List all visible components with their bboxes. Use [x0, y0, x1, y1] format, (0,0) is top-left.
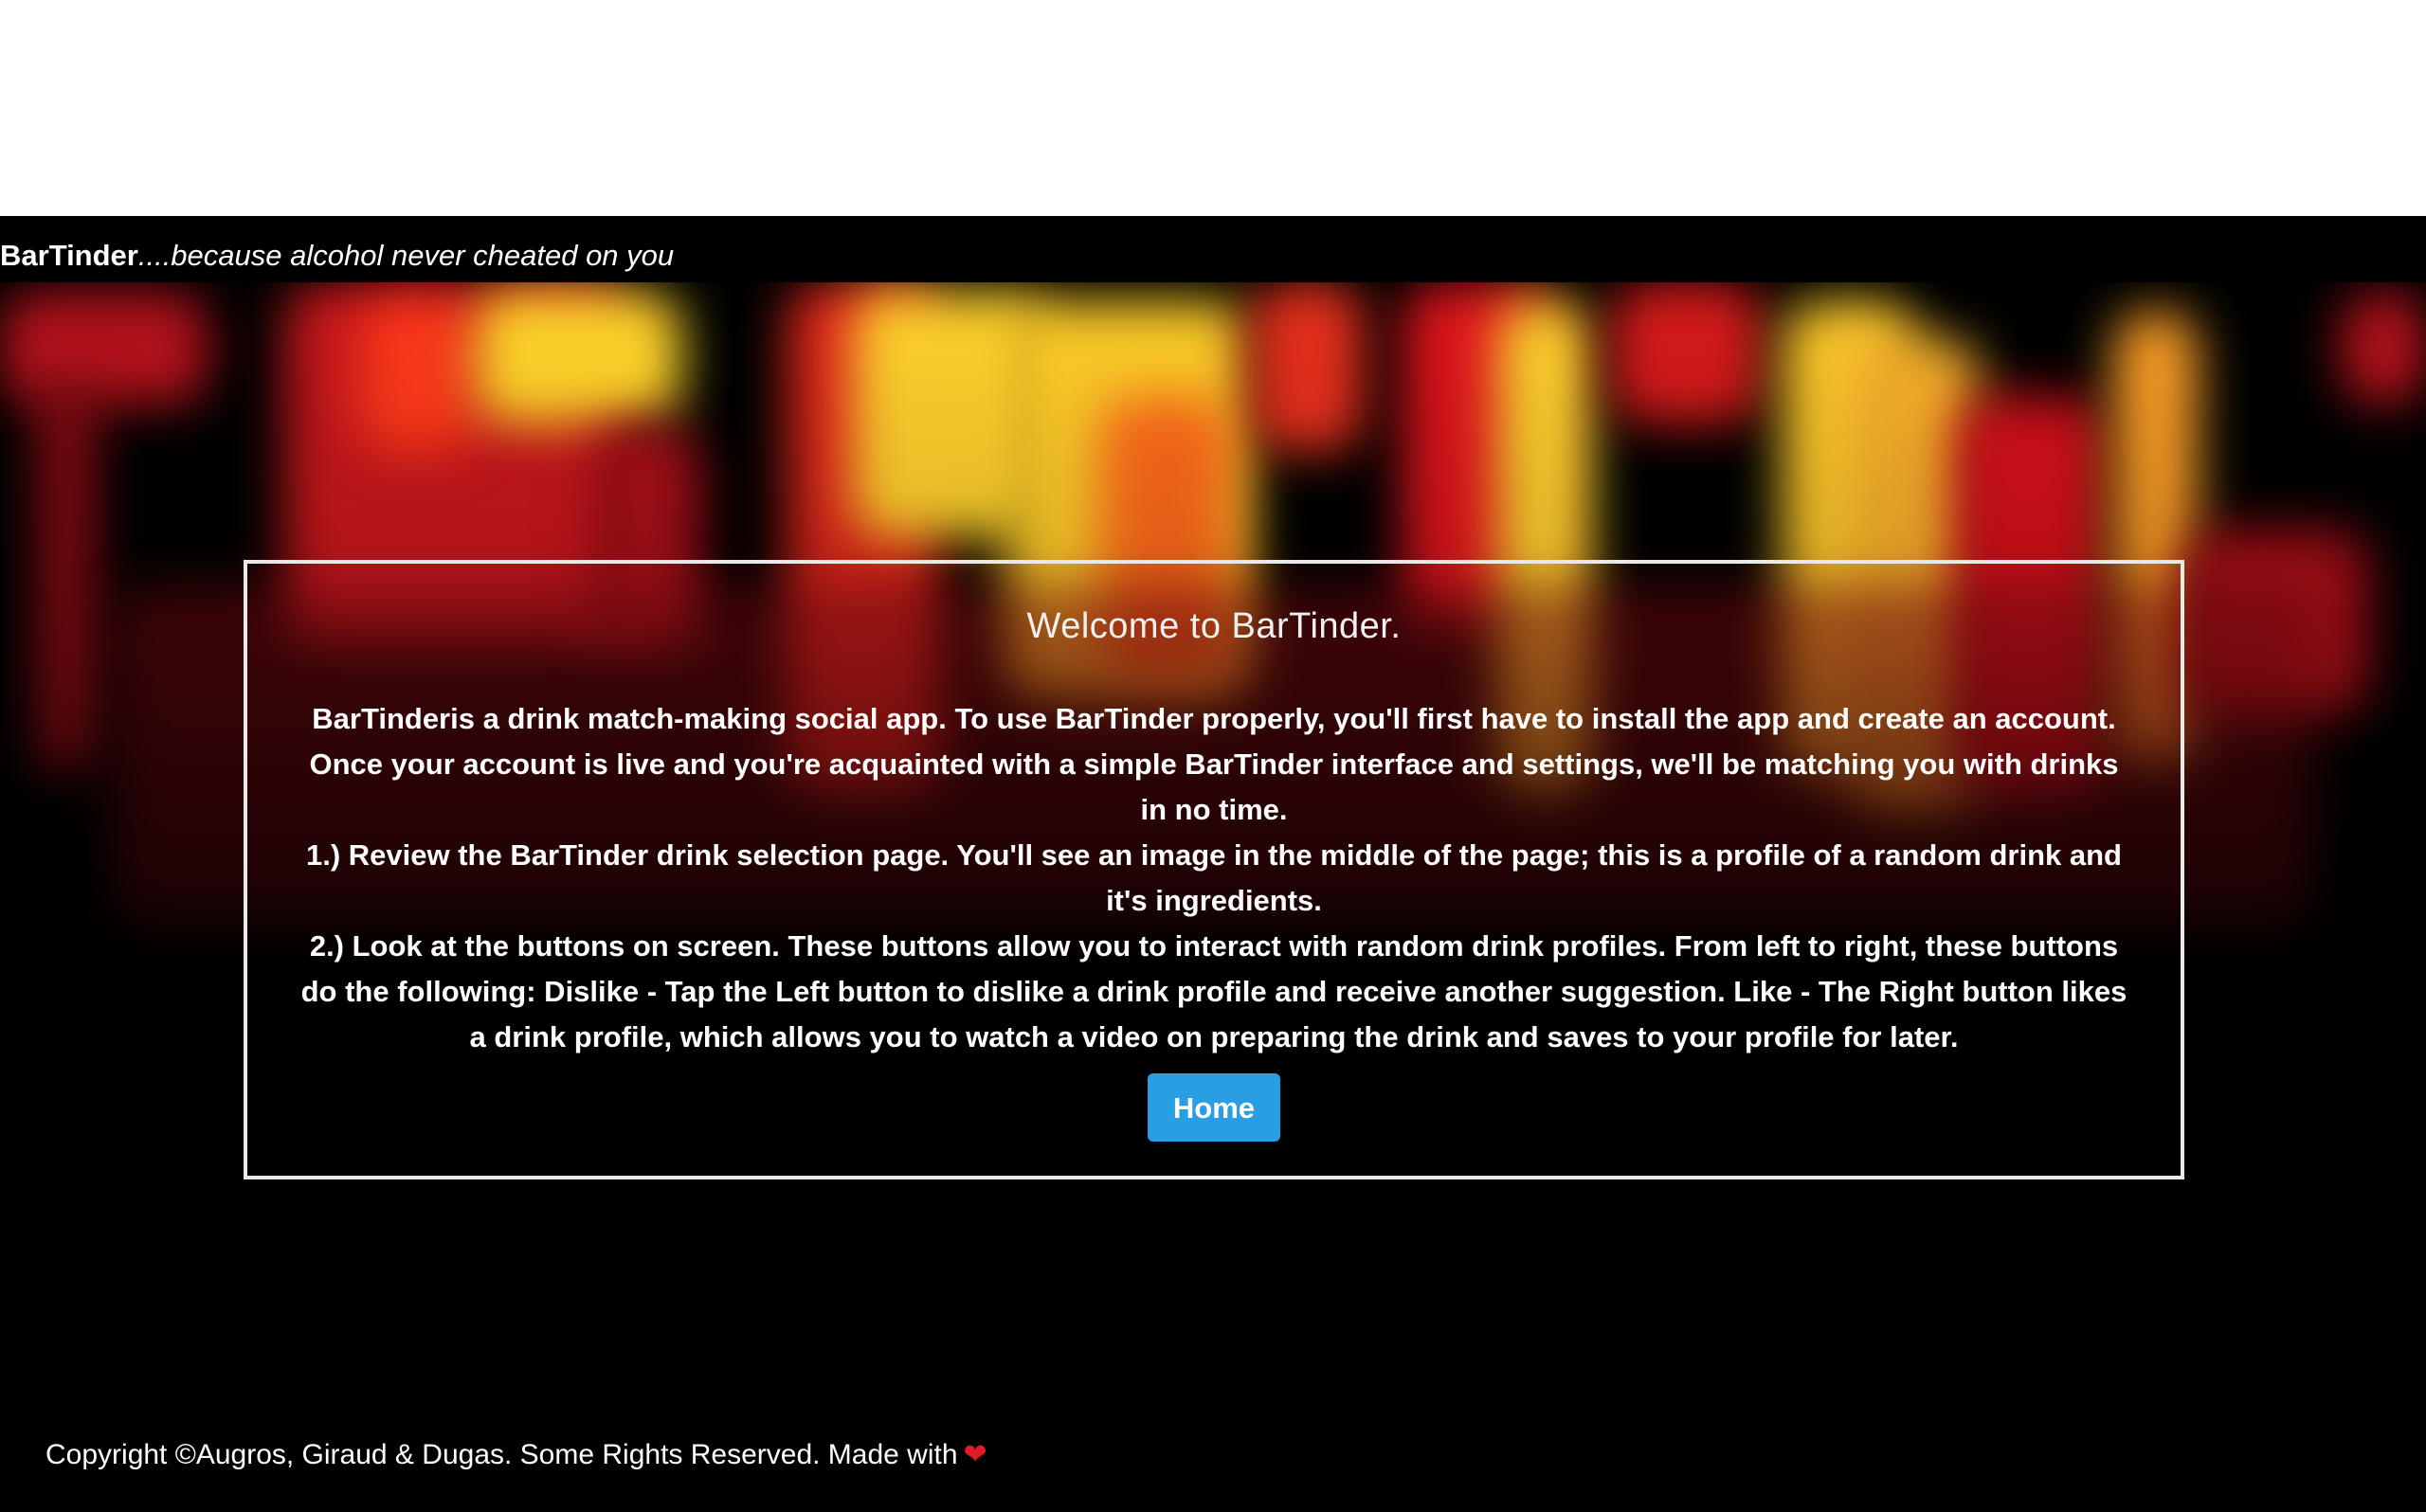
brand-bar: BarTinder....because alcohol never cheat… [0, 237, 674, 275]
brand-name[interactable]: BarTinder [0, 239, 138, 272]
intro-paragraph: BarTinderis a drink match-making social … [309, 702, 2119, 826]
home-button[interactable]: Home [1148, 1073, 1280, 1142]
step-2-text: 2.) Look at the buttons on screen. These… [300, 929, 2127, 1053]
copyright-text: Copyright ©Augros, Giraud & Dugas. Some … [45, 1439, 958, 1470]
heart-icon: ❤ [963, 1439, 987, 1470]
page-background: BarTinder....because alcohol never cheat… [0, 216, 2426, 1512]
welcome-title: Welcome to BarTinder. [1026, 606, 1402, 646]
step-1-text: 1.) Review the BarTinder drink selection… [305, 838, 2122, 917]
footer: Copyright ©Augros, Giraud & Dugas. Some … [45, 1436, 987, 1474]
brand-tagline: ....because alcohol never cheated on you [137, 239, 675, 272]
welcome-panel: Welcome to BarTinder. BarTinderis a drin… [244, 560, 2184, 1179]
top-blank-area [0, 0, 2426, 216]
instructions: BarTinderis a drink match-making social … [295, 696, 2133, 1060]
